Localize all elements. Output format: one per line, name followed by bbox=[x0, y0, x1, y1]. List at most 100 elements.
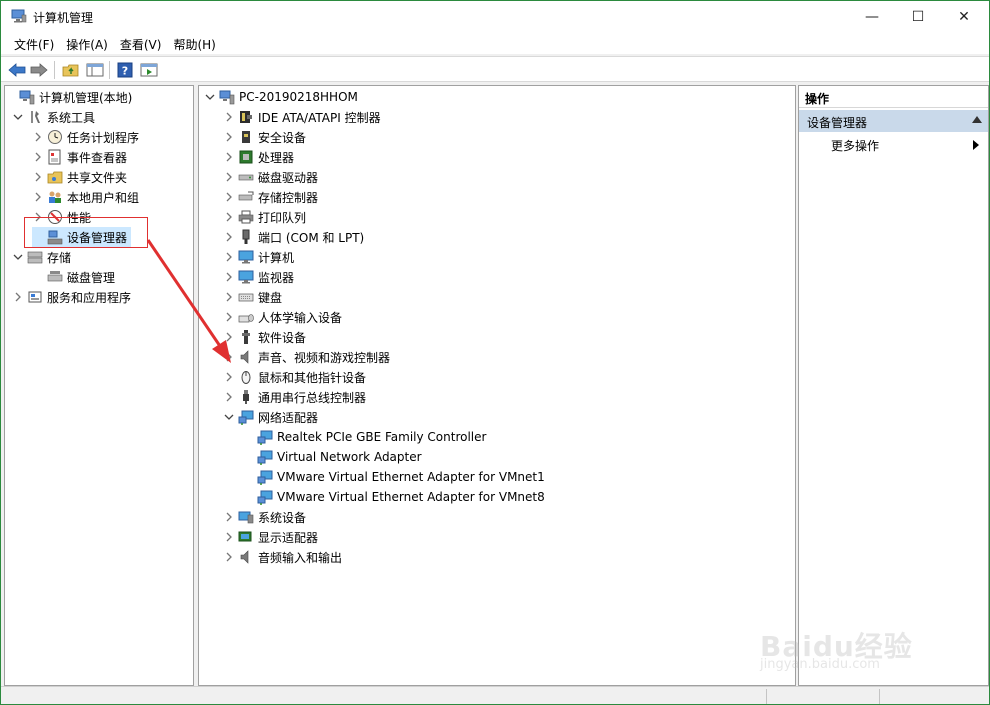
device-tree-item-18[interactable]: Virtual Network Adapter bbox=[242, 447, 422, 467]
menu-action[interactable]: 操作(A) bbox=[60, 32, 114, 54]
device-tree-item-12[interactable]: 软件设备 bbox=[223, 327, 306, 347]
device-tree-item-19[interactable]: VMware Virtual Ethernet Adapter for VMne… bbox=[242, 467, 545, 487]
close-button[interactable]: ✕ bbox=[941, 1, 987, 32]
no-chevron bbox=[5, 91, 16, 103]
console-tree-item-10[interactable]: 服务和应用程序 bbox=[12, 287, 131, 307]
minimize-button[interactable]: — bbox=[849, 1, 895, 32]
expand-chevron-icon[interactable] bbox=[32, 191, 44, 203]
console-tree-item-1[interactable]: 系统工具 bbox=[12, 107, 95, 127]
collapse-chevron-icon[interactable] bbox=[12, 111, 24, 123]
console-tree-item-5[interactable]: 本地用户和组 bbox=[32, 187, 139, 207]
tree-item-label: 鼠标和其他指针设备 bbox=[258, 370, 367, 385]
expand-chevron-icon[interactable] bbox=[223, 371, 235, 383]
services-icon bbox=[27, 289, 43, 305]
device-tree-item-23[interactable]: 音频输入和输出 bbox=[223, 547, 342, 567]
network-adapter-icon bbox=[257, 449, 273, 465]
device-tree-item-22[interactable]: 显示适配器 bbox=[223, 527, 318, 547]
system-device-icon bbox=[238, 509, 254, 525]
up-folder-icon[interactable] bbox=[61, 60, 81, 80]
console-tree-item-0[interactable]: 计算机管理(本地) bbox=[5, 87, 132, 107]
forward-icon[interactable] bbox=[29, 60, 49, 80]
processor-icon bbox=[238, 149, 254, 165]
back-icon[interactable] bbox=[7, 60, 27, 80]
device-tree-item-14[interactable]: 鼠标和其他指针设备 bbox=[223, 367, 366, 387]
tree-item-label: 存储控制器 bbox=[258, 190, 319, 205]
device-tree-item-21[interactable]: 系统设备 bbox=[223, 507, 306, 527]
expand-chevron-icon[interactable] bbox=[223, 191, 235, 203]
help-icon[interactable]: ? bbox=[115, 60, 135, 80]
device-tree-item-1[interactable]: IDE ATA/ATAPI 控制器 bbox=[223, 107, 381, 127]
expand-chevron-icon[interactable] bbox=[32, 151, 44, 163]
network-adapter-icon bbox=[257, 469, 273, 485]
expand-chevron-icon[interactable] bbox=[223, 511, 235, 523]
expand-chevron-icon[interactable] bbox=[12, 291, 24, 303]
device-tree-item-6[interactable]: 打印队列 bbox=[223, 207, 306, 227]
expand-chevron-icon[interactable] bbox=[223, 251, 235, 263]
show-action-pane-icon[interactable] bbox=[139, 60, 159, 80]
console-tree-item-9[interactable]: 磁盘管理 bbox=[32, 267, 115, 287]
actions-section-label: 设备管理器 bbox=[807, 116, 868, 130]
collapse-chevron-icon[interactable] bbox=[12, 251, 24, 263]
device-tree-item-10[interactable]: 键盘 bbox=[223, 287, 282, 307]
maximize-button[interactable]: ☐ bbox=[895, 1, 941, 32]
expand-chevron-icon[interactable] bbox=[223, 171, 235, 183]
collapse-chevron-icon[interactable] bbox=[204, 91, 216, 103]
show-hide-tree-icon[interactable] bbox=[85, 60, 105, 80]
device-tree-item-8[interactable]: 计算机 bbox=[223, 247, 294, 267]
expand-chevron-icon[interactable] bbox=[223, 551, 235, 563]
expand-chevron-icon[interactable] bbox=[223, 331, 235, 343]
expand-chevron-icon[interactable] bbox=[32, 131, 44, 143]
device-tree-item-3[interactable]: 处理器 bbox=[223, 147, 294, 167]
tree-item-label: 监视器 bbox=[258, 270, 295, 285]
device-tree-item-4[interactable]: 磁盘驱动器 bbox=[223, 167, 318, 187]
expand-chevron-icon[interactable] bbox=[223, 131, 235, 143]
device-tree-item-11[interactable]: 人体学输入设备 bbox=[223, 307, 342, 327]
disk-drive-icon bbox=[238, 169, 254, 185]
expand-chevron-icon[interactable] bbox=[223, 271, 235, 283]
network-adapter-icon bbox=[257, 489, 273, 505]
device-tree-item-5[interactable]: 存储控制器 bbox=[223, 187, 318, 207]
console-tree-item-8[interactable]: 存储 bbox=[12, 247, 71, 267]
toolbar: ? bbox=[1, 56, 989, 82]
device-tree-item-15[interactable]: 通用串行总线控制器 bbox=[223, 387, 366, 407]
shared-folder-icon bbox=[47, 169, 63, 185]
menu-file[interactable]: 文件(F) bbox=[8, 32, 60, 54]
device-tree-item-2[interactable]: 安全设备 bbox=[223, 127, 306, 147]
port-icon bbox=[238, 229, 254, 245]
expand-chevron-icon[interactable] bbox=[223, 211, 235, 223]
device-tree-item-20[interactable]: VMware Virtual Ethernet Adapter for VMne… bbox=[242, 487, 545, 507]
tree-item-label: 安全设备 bbox=[258, 130, 307, 145]
menu-help[interactable]: 帮助(H) bbox=[167, 32, 221, 54]
console-tree-item-2[interactable]: 任务计划程序 bbox=[32, 127, 139, 147]
device-tree-item-7[interactable]: 端口 (COM 和 LPT) bbox=[223, 227, 364, 247]
collapse-chevron-icon[interactable] bbox=[223, 411, 235, 423]
collapse-triangle-icon[interactable] bbox=[972, 116, 982, 123]
system-tools-icon bbox=[27, 109, 43, 125]
menu-view[interactable]: 查看(V) bbox=[114, 32, 168, 54]
software-device-icon bbox=[238, 329, 254, 345]
expand-chevron-icon[interactable] bbox=[223, 531, 235, 543]
tree-item-label: 软件设备 bbox=[258, 330, 307, 345]
no-chevron bbox=[242, 491, 254, 503]
device-tree-item-13[interactable]: 声音、视频和游戏控制器 bbox=[223, 347, 390, 367]
tree-item-label: 音频输入和输出 bbox=[258, 550, 343, 565]
device-tree-item-16[interactable]: 网络适配器 bbox=[223, 407, 318, 427]
expand-chevron-icon[interactable] bbox=[223, 391, 235, 403]
actions-section-device-manager[interactable]: 设备管理器 bbox=[799, 110, 988, 132]
console-tree-item-3[interactable]: 事件查看器 bbox=[32, 147, 127, 167]
tree-item-label: 打印队列 bbox=[258, 210, 307, 225]
expand-chevron-icon[interactable] bbox=[32, 171, 44, 183]
device-tree-item-17[interactable]: Realtek PCIe GBE Family Controller bbox=[242, 427, 486, 447]
expand-chevron-icon[interactable] bbox=[223, 111, 235, 123]
expand-chevron-icon[interactable] bbox=[223, 151, 235, 163]
expand-chevron-icon[interactable] bbox=[223, 351, 235, 363]
expand-chevron-icon[interactable] bbox=[223, 291, 235, 303]
tree-item-label: 事件查看器 bbox=[67, 150, 128, 165]
console-tree-item-4[interactable]: 共享文件夹 bbox=[32, 167, 127, 187]
more-actions-item[interactable]: 更多操作 bbox=[831, 137, 879, 154]
device-tree-item-0[interactable]: PC-20190218HHOM bbox=[204, 87, 358, 107]
device-tree-item-9[interactable]: 监视器 bbox=[223, 267, 294, 287]
expand-chevron-icon[interactable] bbox=[223, 311, 235, 323]
display-adapter-icon bbox=[238, 529, 254, 545]
expand-chevron-icon[interactable] bbox=[223, 231, 235, 243]
